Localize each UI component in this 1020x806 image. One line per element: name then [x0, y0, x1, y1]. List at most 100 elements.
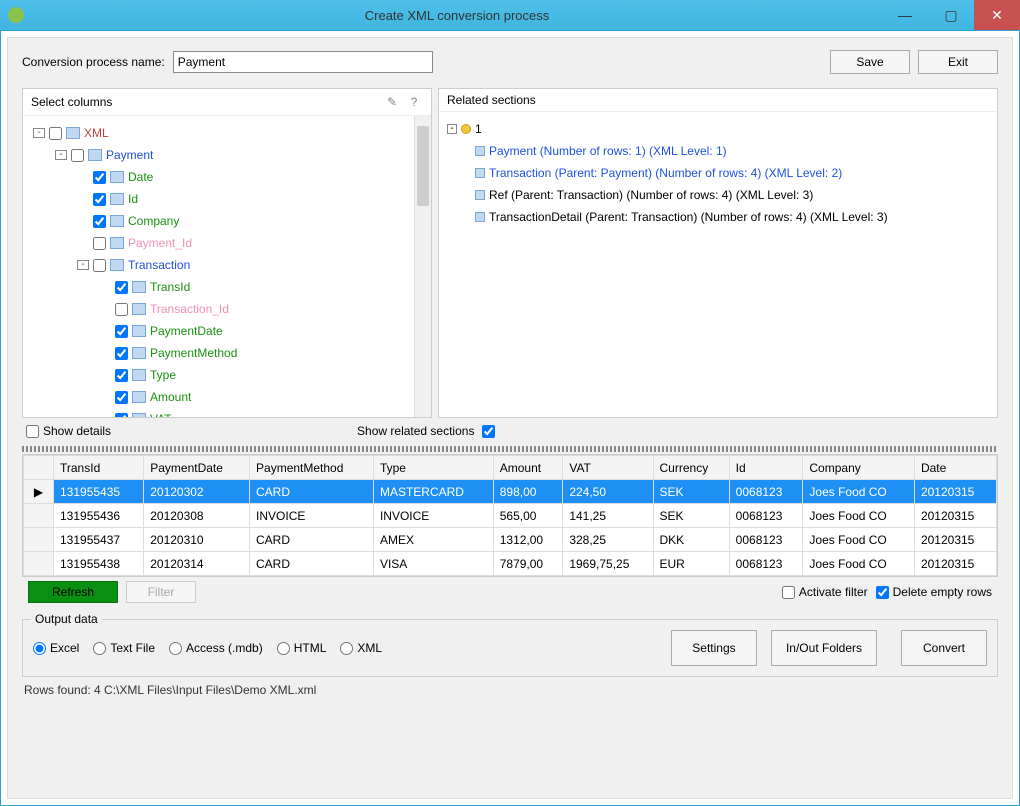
tree-node-checkbox[interactable] — [93, 237, 106, 250]
radio-text-input[interactable] — [93, 642, 106, 655]
horizontal-splitter[interactable] — [22, 446, 998, 452]
tree-node[interactable]: Type — [27, 364, 427, 386]
tree-node[interactable]: Amount — [27, 386, 427, 408]
table-cell[interactable]: Joes Food CO — [803, 528, 915, 552]
table-cell[interactable]: 20120315 — [914, 504, 996, 528]
table-cell[interactable]: 20120302 — [144, 480, 250, 504]
inout-folders-button[interactable]: In/Out Folders — [771, 630, 877, 666]
tree-expand-icon[interactable]: - — [77, 260, 89, 270]
table-cell[interactable]: 898,00 — [493, 480, 563, 504]
radio-excel[interactable]: Excel — [33, 641, 79, 655]
table-cell[interactable]: 131955438 — [54, 552, 144, 576]
table-cell[interactable]: CARD — [250, 552, 374, 576]
column-header[interactable]: Amount — [493, 456, 563, 480]
wand-icon[interactable]: ✎ — [383, 93, 401, 111]
related-item[interactable]: TransactionDetail (Parent: Transaction) … — [447, 206, 989, 228]
table-cell[interactable]: SEK — [653, 504, 729, 528]
activate-filter-checkbox[interactable] — [782, 586, 795, 599]
minimize-button[interactable]: — — [882, 0, 928, 30]
convert-button[interactable]: Convert — [901, 630, 987, 666]
table-cell[interactable]: DKK — [653, 528, 729, 552]
tree-node-checkbox[interactable] — [93, 171, 106, 184]
row-header[interactable]: ▶ — [24, 480, 54, 504]
radio-xml-input[interactable] — [340, 642, 353, 655]
column-header[interactable]: VAT — [563, 456, 653, 480]
tree-node[interactable]: -Payment — [27, 144, 427, 166]
radio-html[interactable]: HTML — [277, 641, 327, 655]
related-item[interactable]: Transaction (Parent: Payment) (Number of… — [447, 162, 989, 184]
show-details-checkbox[interactable] — [26, 425, 39, 438]
table-cell[interactable]: CARD — [250, 528, 374, 552]
table-cell[interactable]: INVOICE — [373, 504, 493, 528]
tree-node[interactable]: Id — [27, 188, 427, 210]
column-header[interactable]: Currency — [653, 456, 729, 480]
table-cell[interactable]: 0068123 — [729, 528, 803, 552]
tree-node[interactable]: PaymentDate — [27, 320, 427, 342]
table-row[interactable]: 13195543620120308INVOICEINVOICE565,00141… — [24, 504, 997, 528]
show-related-checkbox[interactable] — [482, 425, 495, 438]
tree-scrollbar[interactable] — [414, 116, 431, 417]
radio-excel-input[interactable] — [33, 642, 46, 655]
column-header[interactable]: TransId — [54, 456, 144, 480]
table-cell[interactable]: 565,00 — [493, 504, 563, 528]
table-cell[interactable]: 131955436 — [54, 504, 144, 528]
tree-node[interactable]: -Transaction — [27, 254, 427, 276]
tree-node-checkbox[interactable] — [115, 325, 128, 338]
table-cell[interactable]: 20120315 — [914, 528, 996, 552]
radio-html-input[interactable] — [277, 642, 290, 655]
table-cell[interactable]: 224,50 — [563, 480, 653, 504]
table-cell[interactable]: 20120308 — [144, 504, 250, 528]
table-cell[interactable]: 0068123 — [729, 504, 803, 528]
table-cell[interactable]: 20120310 — [144, 528, 250, 552]
tree-node[interactable]: PaymentMethod — [27, 342, 427, 364]
related-tree[interactable]: -1Payment (Number of rows: 1) (XML Level… — [439, 112, 997, 417]
column-header[interactable]: Date — [914, 456, 996, 480]
column-header[interactable]: Id — [729, 456, 803, 480]
table-cell[interactable]: VISA — [373, 552, 493, 576]
table-cell[interactable]: Joes Food CO — [803, 552, 915, 576]
tree-node-checkbox[interactable] — [115, 369, 128, 382]
tree-node[interactable]: VAT — [27, 408, 427, 417]
tree-node-checkbox[interactable] — [115, 303, 128, 316]
column-header[interactable]: Company — [803, 456, 915, 480]
table-cell[interactable]: 7879,00 — [493, 552, 563, 576]
table-cell[interactable]: 131955437 — [54, 528, 144, 552]
related-root[interactable]: -1 — [447, 118, 989, 140]
table-cell[interactable]: 20120314 — [144, 552, 250, 576]
tree-node-checkbox[interactable] — [115, 281, 128, 294]
tree-expand-icon[interactable]: - — [33, 128, 45, 138]
row-header[interactable] — [24, 504, 54, 528]
delete-empty-row[interactable]: Delete empty rows — [876, 585, 992, 599]
settings-button[interactable]: Settings — [671, 630, 757, 666]
table-cell[interactable]: 141,25 — [563, 504, 653, 528]
help-icon[interactable]: ? — [405, 93, 423, 111]
table-cell[interactable]: 1312,00 — [493, 528, 563, 552]
tree-node[interactable]: TransId — [27, 276, 427, 298]
tree-node-checkbox[interactable] — [115, 413, 128, 418]
tree-expand-icon[interactable]: - — [447, 124, 457, 134]
tree-node[interactable]: Transaction_Id — [27, 298, 427, 320]
table-cell[interactable]: CARD — [250, 480, 374, 504]
radio-xml[interactable]: XML — [340, 641, 382, 655]
radio-text[interactable]: Text File — [93, 641, 155, 655]
tree-node[interactable]: -XML — [27, 122, 427, 144]
table-cell[interactable]: 328,25 — [563, 528, 653, 552]
related-item[interactable]: Ref (Parent: Transaction) (Number of row… — [447, 184, 989, 206]
table-cell[interactable]: 131955435 — [54, 480, 144, 504]
filter-button[interactable]: Filter — [126, 581, 196, 603]
tree-node-checkbox[interactable] — [49, 127, 62, 140]
save-button[interactable]: Save — [830, 50, 910, 74]
table-cell[interactable]: MASTERCARD — [373, 480, 493, 504]
table-row[interactable]: 13195543820120314CARDVISA7879,001969,75,… — [24, 552, 997, 576]
column-header[interactable]: PaymentDate — [144, 456, 250, 480]
tree-node-checkbox[interactable] — [93, 259, 106, 272]
show-details-checkbox-row[interactable]: Show details — [26, 424, 111, 438]
tree-node-checkbox[interactable] — [115, 391, 128, 404]
table-cell[interactable]: 20120315 — [914, 552, 996, 576]
table-cell[interactable]: SEK — [653, 480, 729, 504]
table-cell[interactable]: 0068123 — [729, 480, 803, 504]
tree-node-checkbox[interactable] — [93, 193, 106, 206]
exit-button[interactable]: Exit — [918, 50, 998, 74]
table-cell[interactable]: Joes Food CO — [803, 480, 915, 504]
table-cell[interactable]: INVOICE — [250, 504, 374, 528]
